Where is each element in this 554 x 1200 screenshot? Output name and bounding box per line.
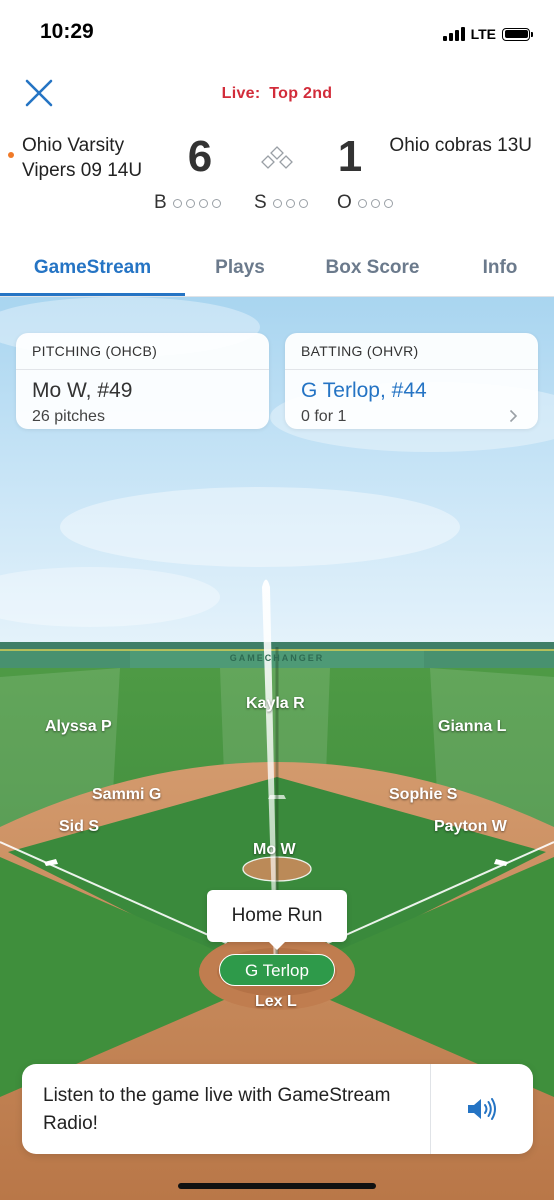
batting-card[interactable]: BATTING (OHVR) G Terlop, #44 0 for 1 [285,333,538,429]
live-label: Live: [221,85,261,102]
away-team-name: Ohio Varsity Vipers 09 14U [22,135,143,181]
gamestream-field: GAMECHANGER PITCHING (OHCB) Mo W, #49 26… [0,297,554,1200]
balls-label: B [154,192,167,213]
player-second-base: Sophie S [389,786,458,803]
home-score: 1 [337,132,363,181]
pitching-card-title: PITCHING (OHCB) [32,343,158,359]
balls-count: B [154,192,221,214]
inning-label: Top 2nd [269,85,333,102]
speaker-icon [468,1098,496,1120]
batting-card-title: BATTING (OHVR) [301,343,419,359]
player-catcher: Lex L [255,993,297,1010]
active-tab-indicator [0,293,185,296]
card-divider [16,369,269,370]
chevron-right-icon [509,409,518,423]
card-divider [285,369,538,370]
tab-gamestream[interactable]: GameStream [0,240,185,295]
tab-info[interactable]: Info [450,240,550,295]
pitching-card: PITCHING (OHCB) Mo W, #49 26 pitches [16,333,269,429]
pitch-count: 26 pitches [32,408,105,425]
live-status: Live: Top 2nd [0,85,554,103]
radio-banner: Listen to the game live with GameStream … [22,1064,533,1154]
player-third-base: Sid S [59,818,100,835]
outfield-wall-sign: GAMECHANGER [229,653,325,663]
player-shortstop: Sammi G [92,786,162,803]
tab-box-score[interactable]: Box Score [295,240,450,295]
tab-plays[interactable]: Plays [185,240,295,295]
play-result-tooltip: Home Run [207,890,347,950]
radio-play-button[interactable] [431,1064,533,1154]
balls-indicators [172,198,221,208]
signal-icon [442,27,465,41]
radio-promo-text: Listen to the game live with GameStream … [43,1085,391,1134]
player-center-field: Kayla R [246,695,305,712]
network-label: LTE [470,26,496,42]
status-icons: LTE [442,24,533,44]
outs-label: O [337,192,352,213]
batter-pill[interactable]: G Terlop [219,954,335,986]
bases-diamond-icon [261,146,293,169]
tab-bar: GameStream Plays Box Score Info [0,240,554,297]
player-pitcher: Mo W [253,841,296,858]
pitcher-name: Mo W, #49 [32,379,133,402]
outs-count: O [337,192,393,214]
status-time: 10:29 [40,20,94,43]
strikes-count: S [254,192,308,214]
batter-stats: 0 for 1 [301,408,347,425]
strikes-indicators [272,198,308,208]
batter-name-link[interactable]: G Terlop, #44 [301,379,427,403]
home-team-name: Ohio cobras 13U [389,135,532,156]
battery-icon [502,27,533,41]
strikes-label: S [254,192,267,213]
home-indicator[interactable] [178,1183,376,1189]
player-first-base: Payton W [434,818,507,835]
outs-indicators [357,198,393,208]
player-right-field: Gianna L [438,718,507,735]
batting-indicator-dot [8,152,14,158]
player-left-field: Alyssa P [45,718,112,735]
away-score: 6 [187,132,213,181]
